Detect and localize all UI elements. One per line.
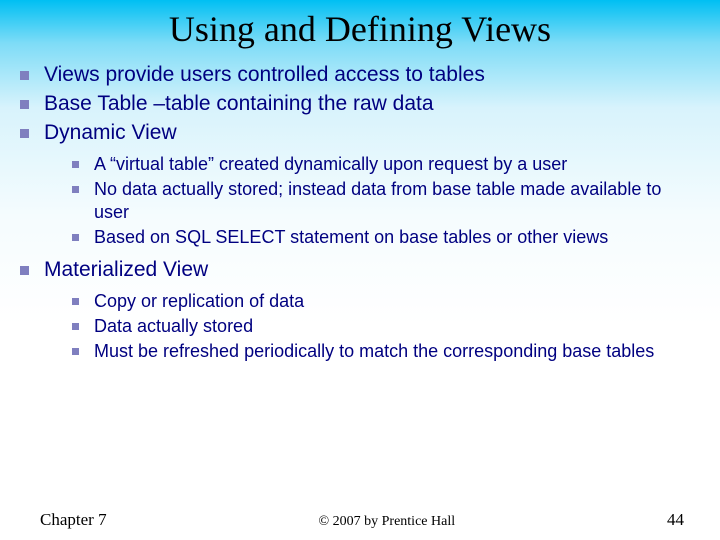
bullet-list: Views provide users controlled access to… <box>0 62 720 363</box>
page-number: 44 <box>667 510 684 530</box>
list-item: No data actually stored; instead data fr… <box>94 178 686 224</box>
list-item: Materialized View Copy or replication of… <box>44 257 696 363</box>
list-item: Views provide users controlled access to… <box>44 62 696 89</box>
chapter-label: Chapter 7 <box>40 510 107 530</box>
list-item-label: Materialized View <box>44 258 208 281</box>
copyright-label: © 2007 by Prentice Hall <box>318 514 455 530</box>
list-item: Data actually stored <box>94 315 686 338</box>
footer: Chapter 7 © 2007 by Prentice Hall 44 <box>0 510 720 530</box>
list-item: Dynamic View A “virtual table” created d… <box>44 120 696 249</box>
sub-list: Copy or replication of data Data actuall… <box>44 290 696 363</box>
list-item: A “virtual table” created dynamically up… <box>94 153 686 176</box>
list-item: Base Table –table containing the raw dat… <box>44 91 696 118</box>
list-item: Must be refreshed periodically to match … <box>94 340 686 363</box>
sub-list: A “virtual table” created dynamically up… <box>44 153 696 249</box>
list-item: Copy or replication of data <box>94 290 686 313</box>
list-item-label: Dynamic View <box>44 121 177 144</box>
slide-title: Using and Defining Views <box>0 0 720 62</box>
list-item: Based on SQL SELECT statement on base ta… <box>94 226 686 249</box>
